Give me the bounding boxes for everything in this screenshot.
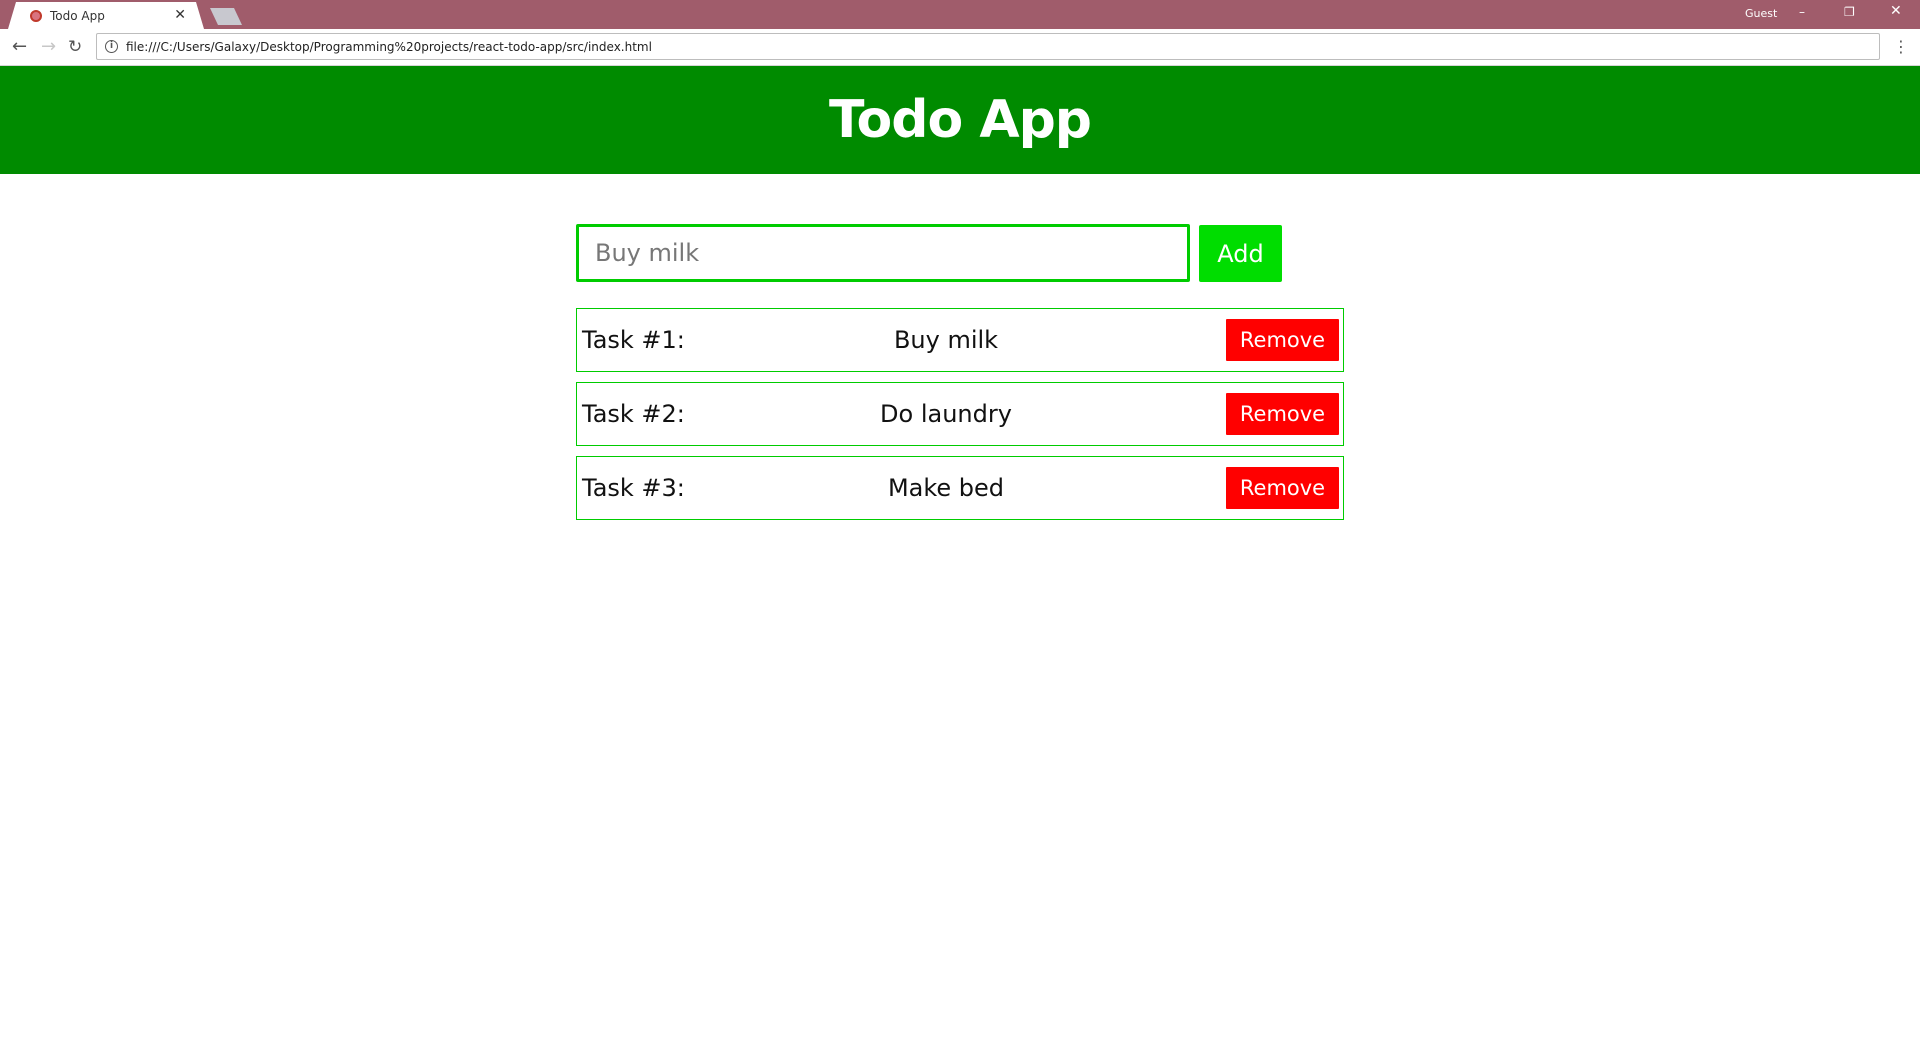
url-text[interactable]: file:///C:/Users/Galaxy/Desktop/Programm…	[126, 40, 652, 54]
browser-tab[interactable]: Todo App ✕	[8, 2, 204, 29]
tab-close-icon[interactable]: ✕	[174, 7, 186, 23]
new-task-input[interactable]	[576, 224, 1190, 282]
task-number: Task #1:	[582, 326, 685, 354]
profile-label[interactable]: Guest	[1745, 7, 1777, 20]
task-number: Task #3:	[582, 474, 685, 502]
tab-title: Todo App	[50, 8, 105, 23]
remove-task-button[interactable]: Remove	[1226, 319, 1339, 361]
restore-icon[interactable]: ❐	[1844, 5, 1855, 19]
task-row: Task #3: Make bed Remove	[576, 456, 1344, 520]
remove-task-button[interactable]: Remove	[1226, 467, 1339, 509]
app-header: Todo App	[0, 66, 1920, 174]
new-tab-button[interactable]	[210, 8, 242, 25]
favicon-icon	[30, 9, 42, 22]
task-number: Task #2:	[582, 400, 685, 428]
reload-icon[interactable]: ↻	[68, 37, 82, 57]
forward-arrow-icon[interactable]: →	[41, 37, 56, 57]
browser-tab-strip: Todo App ✕ Guest – ❐ ✕	[0, 0, 1920, 29]
task-row: Task #2: Do laundry Remove	[576, 382, 1344, 446]
task-text: Make bed	[887, 474, 1005, 502]
remove-task-button[interactable]: Remove	[1226, 393, 1339, 435]
add-task-button[interactable]: Add	[1199, 225, 1282, 282]
task-text: Buy milk	[893, 326, 999, 354]
back-arrow-icon[interactable]: ←	[12, 37, 27, 57]
browser-menu-icon[interactable]: ⋮	[1893, 38, 1909, 56]
window-close-icon[interactable]: ✕	[1890, 3, 1902, 19]
browser-toolbar: ← → ↻ i file:///C:/Users/Galaxy/Desktop/…	[0, 29, 1920, 66]
task-text: Do laundry	[880, 400, 1012, 428]
task-row: Task #1: Buy milk Remove	[576, 308, 1344, 372]
minimize-icon[interactable]: –	[1799, 5, 1805, 19]
info-icon[interactable]: i	[105, 40, 118, 53]
address-bar[interactable]: i file:///C:/Users/Galaxy/Desktop/Progra…	[96, 33, 1880, 60]
page-title: Todo App	[828, 90, 1092, 150]
